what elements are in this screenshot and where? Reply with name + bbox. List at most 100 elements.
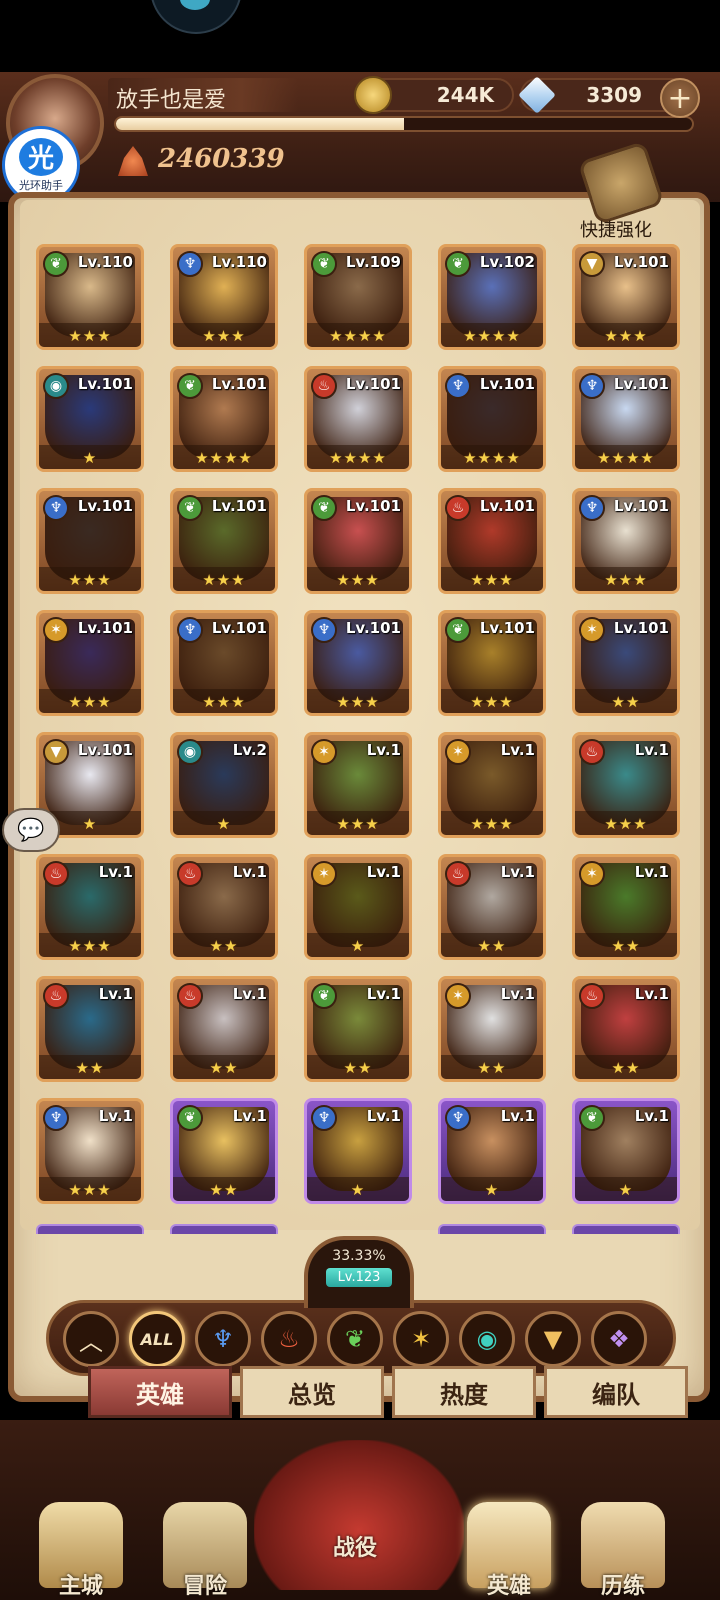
hero-card[interactable]: ♨ Lv.1 ★★	[438, 854, 546, 960]
hero-level: Lv.109	[345, 253, 401, 271]
hero-card[interactable]: ♨ Lv.1 ★★	[170, 854, 278, 960]
hero-card[interactable]: ♨ Lv.1 ★★	[170, 976, 278, 1082]
hero-card[interactable]: ✶ Lv.101 ★★★	[36, 610, 144, 716]
hero-stars: ★★★	[68, 327, 112, 345]
hero-card[interactable]: ♨ Lv.1 ★★★	[36, 854, 144, 960]
hero-card[interactable]: ✶ Lv.1 ★	[304, 854, 412, 960]
fire-faction-icon: ♨	[311, 373, 337, 399]
hero-level: Lv.101	[613, 375, 669, 393]
hero-card[interactable]: ❦ Lv.102 ★★★★	[438, 244, 546, 350]
light-faction-icon: ✶	[43, 617, 69, 643]
hero-card[interactable]: ❦ Lv.110 ★★★	[36, 244, 144, 350]
tab-overview[interactable]: 总览	[240, 1366, 384, 1418]
hero-stars: ★★★	[470, 571, 514, 589]
hero-card[interactable]: ❦ Lv.1 ★★	[170, 1098, 278, 1204]
filter-void-icon[interactable]: ❖	[591, 1311, 647, 1367]
tab-formation[interactable]: 编队	[544, 1366, 688, 1418]
filter-all-button[interactable]: ALL	[129, 1311, 185, 1367]
filter-arcane-icon[interactable]: ◉	[459, 1311, 515, 1367]
filter-collapse-button[interactable]: ︿	[63, 1311, 119, 1367]
hero-level: Lv.1	[634, 741, 669, 759]
hero-card[interactable]: ♆ Lv.1 ★	[304, 1098, 412, 1204]
hero-card[interactable]: ♨ Lv.101 ★★★★	[304, 366, 412, 472]
nav-label: 主城	[58, 1573, 103, 1598]
partial-hero-card[interactable]	[170, 1224, 278, 1234]
chat-bubble-icon[interactable]: 💬	[2, 808, 60, 852]
hero-card[interactable]: ❦ Lv.1 ★★	[304, 976, 412, 1082]
partial-hero-card[interactable]	[572, 1224, 680, 1234]
add-gems-button[interactable]: +	[660, 78, 700, 118]
fire-faction-icon: ♨	[43, 861, 69, 887]
hero-level: Lv.1	[232, 1107, 267, 1125]
filter-water-icon[interactable]: ♆	[195, 1311, 251, 1367]
hero-card[interactable]: ♆ Lv.101 ★★★★	[572, 366, 680, 472]
roster-level-badge[interactable]: 33.33% Lv.123	[304, 1236, 414, 1308]
hero-card[interactable]: ❦ Lv.109 ★★★★	[304, 244, 412, 350]
hero-card[interactable]: ◉ Lv.2 ★	[170, 732, 278, 838]
filter-light-icon[interactable]: ✶	[393, 1311, 449, 1367]
hero-card[interactable]: ♆ Lv.101 ★★★★	[438, 366, 546, 472]
hero-card[interactable]: ◉ Lv.101 ★	[36, 366, 144, 472]
hero-card[interactable]: ✶ Lv.1 ★★	[572, 854, 680, 960]
player-name[interactable]: 放手也是爱	[116, 82, 226, 114]
hero-card[interactable]: ✶ Lv.1 ★★★	[438, 732, 546, 838]
hero-stars: ★★★	[68, 937, 112, 955]
hero-card[interactable]: ❦ Lv.101 ★★★	[304, 488, 412, 594]
hero-card[interactable]: ♨ Lv.1 ★★	[36, 976, 144, 1082]
hero-card[interactable]: ♨ Lv.1 ★★	[572, 976, 680, 1082]
nav-heroes[interactable]: 英雄	[454, 1502, 564, 1600]
filter-fire-icon[interactable]: ♨	[261, 1311, 317, 1367]
hero-card[interactable]: ❦ Lv.101 ★★★★	[170, 366, 278, 472]
hero-card[interactable]: ♨ Lv.1 ★★★	[572, 732, 680, 838]
tab-popularity[interactable]: 热度	[392, 1366, 536, 1418]
hero-level: Lv.1	[634, 1107, 669, 1125]
hero-grid-partial-row	[36, 1224, 686, 1234]
hero-stars: ★★	[209, 937, 239, 955]
partial-hero-card[interactable]	[438, 1224, 546, 1234]
hero-stars: ★★	[343, 1059, 373, 1077]
hero-stars: ★	[350, 937, 366, 955]
roster-level-value: Lv.123	[325, 1268, 393, 1287]
nav-main-city[interactable]: 主城	[26, 1502, 136, 1600]
hero-card[interactable]: ♆ Lv.101 ★★★	[304, 610, 412, 716]
hero-level: Lv.101	[77, 619, 133, 637]
tab-heroes[interactable]: 英雄	[88, 1366, 232, 1418]
hero-level: Lv.2	[232, 741, 267, 759]
fire-faction-icon: ♨	[43, 983, 69, 1009]
filter-verdant-icon[interactable]: ❦	[327, 1311, 383, 1367]
fire-faction-icon: ♨	[445, 495, 471, 521]
hero-card[interactable]: ✶ Lv.1 ★★★	[304, 732, 412, 838]
water-faction-icon: ♆	[43, 1105, 69, 1131]
hero-card[interactable]: ♆ Lv.101 ★★★	[170, 610, 278, 716]
nav-adventure[interactable]: 冒险	[150, 1502, 260, 1600]
hero-card[interactable]: ❦ Lv.1 ★	[572, 1098, 680, 1204]
hero-card[interactable]: ♨ Lv.101 ★★★	[438, 488, 546, 594]
hero-card[interactable]: ♆ Lv.101 ★★★	[572, 488, 680, 594]
hero-card[interactable]: ♆ Lv.1 ★★★	[36, 1098, 144, 1204]
quick-upgrade-label[interactable]: 快捷强化	[580, 216, 652, 242]
gem-amount: 3309	[586, 83, 642, 107]
hero-card[interactable]: ✶ Lv.101 ★★	[572, 610, 680, 716]
nav-campaign[interactable]: 战役	[300, 1530, 410, 1562]
roster-level-percent: 33.33%	[332, 1248, 386, 1264]
hero-card[interactable]: ❦ Lv.101 ★★★	[438, 610, 546, 716]
hero-stars: ★★★	[336, 693, 380, 711]
gold-counter[interactable]: 244K	[354, 76, 514, 114]
campaign-dragon-icon[interactable]	[254, 1440, 464, 1590]
hero-card[interactable]: ❦ Lv.101 ★★★	[170, 488, 278, 594]
hero-card[interactable]: ✶ Lv.1 ★★	[438, 976, 546, 1082]
hero-level: Lv.101	[77, 375, 133, 393]
hero-card[interactable]: ♆ Lv.1 ★	[438, 1098, 546, 1204]
hero-level: Lv.1	[366, 863, 401, 881]
hero-level: Lv.101	[479, 497, 535, 515]
hero-card[interactable]: ▼ Lv.101 ★★★	[572, 244, 680, 350]
hero-level: Lv.110	[77, 253, 133, 271]
hero-card[interactable]: ♆ Lv.101 ★★★	[36, 488, 144, 594]
hero-stars: ★★	[477, 937, 507, 955]
hero-level: Lv.1	[500, 863, 535, 881]
nav-trials[interactable]: 历练	[568, 1502, 678, 1600]
filter-tri-icon[interactable]: ▼	[525, 1311, 581, 1367]
verdant-faction-icon: ❦	[177, 373, 203, 399]
partial-hero-card[interactable]	[36, 1224, 144, 1234]
hero-card[interactable]: ♆ Lv.110 ★★★	[170, 244, 278, 350]
